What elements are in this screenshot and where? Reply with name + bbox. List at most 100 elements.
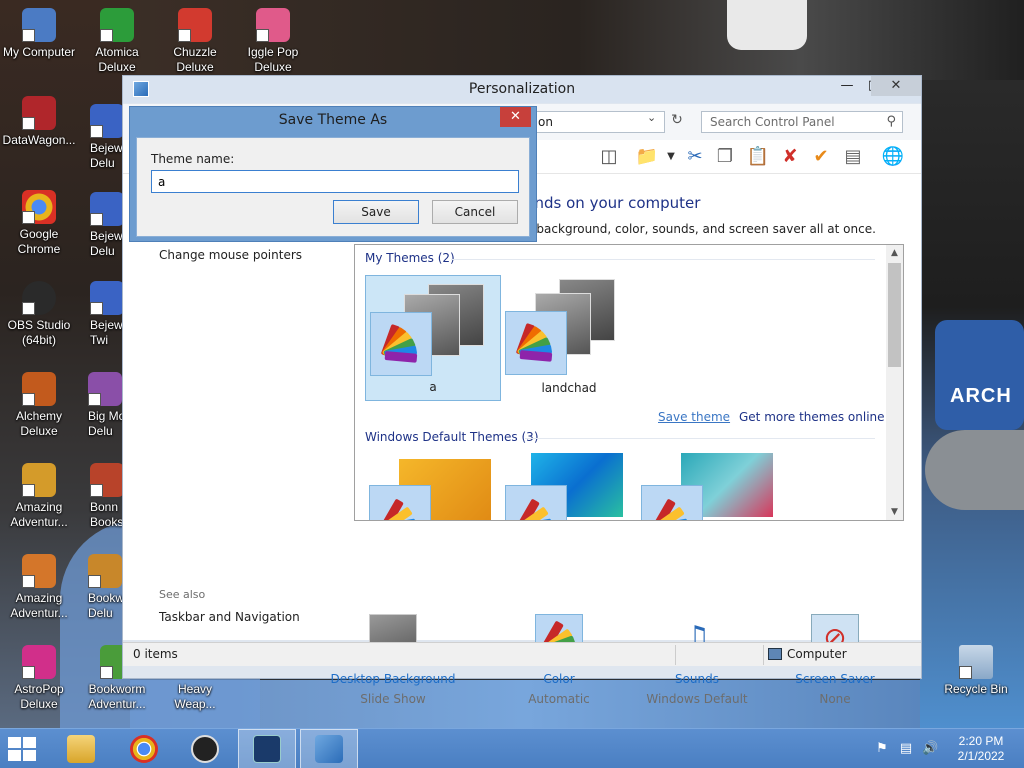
desktop-icon-chuzzle-deluxe[interactable]: Chuzzle Deluxe — [156, 8, 234, 75]
theme-tile-flowers[interactable] — [637, 453, 773, 520]
taskbar-chrome[interactable] — [115, 729, 173, 768]
clock-time: 2:20 PM — [958, 734, 1004, 748]
dialog-title: Save Theme As — [278, 112, 388, 128]
window-title: Personalization — [468, 81, 576, 97]
cancel-button[interactable]: Cancel — [432, 200, 518, 224]
theme-tile-windows[interactable] — [365, 453, 501, 520]
save-theme-link[interactable]: Save theme — [658, 410, 730, 424]
desktop-icon-label: OBS Studio (64bit) — [7, 318, 71, 347]
desktop-icon-iggle-pop[interactable]: Iggle Pop Deluxe — [234, 8, 312, 75]
scroll-thumb[interactable] — [888, 263, 901, 367]
taskbar-file-explorer[interactable] — [52, 729, 110, 768]
windows-start-icon[interactable] — [8, 737, 38, 761]
desktop-icon-amazing-adventures-1[interactable]: Amazing Adventur... — [0, 463, 78, 530]
close-button[interactable]: ✕ — [871, 76, 921, 96]
desktop-icon-alchemy-deluxe[interactable]: Alchemy Deluxe — [0, 372, 78, 439]
network-icon[interactable]: ▤ — [898, 741, 914, 757]
delete-icon[interactable]: ✘ — [778, 146, 802, 168]
sidebar-link-taskbar-navigation[interactable]: Taskbar and Navigation — [159, 610, 300, 624]
bejeweled-icon — [90, 192, 124, 226]
properties-icon[interactable]: ▤ — [841, 146, 865, 168]
desktop-icon-label: Amazing Adventur... — [10, 500, 68, 529]
views-dropdown-icon[interactable]: ▼ — [659, 146, 683, 168]
save-theme-dialog: Save Theme As ✕ Theme name: Save Cancel — [129, 106, 537, 242]
dialog-close-button[interactable]: ✕ — [500, 107, 531, 127]
setting-label[interactable]: Screen Saver — [760, 672, 910, 686]
taskbar-app-active[interactable] — [238, 729, 296, 768]
desktop-icon-label: AstroPop Deluxe — [14, 682, 64, 711]
bejeweled-icon — [90, 281, 124, 315]
setting-value: None — [819, 692, 851, 706]
copy-icon[interactable]: ❐ — [713, 146, 737, 168]
desktop-icon-obs-studio[interactable]: OBS Studio (64bit) — [0, 281, 78, 348]
desktop-icon-label: My Computer — [2, 45, 76, 59]
theme-name-input[interactable] — [151, 170, 519, 193]
desktop-icon-label: Big Mo Delu — [88, 409, 126, 438]
theme-tile-lines-and-colors[interactable] — [501, 453, 637, 520]
desktop-icon-label: Alchemy Deluxe — [15, 409, 62, 438]
scroll-up-icon[interactable]: ▲ — [886, 245, 903, 261]
desktop-icon-my-computer[interactable]: My Computer — [0, 8, 78, 60]
chevron-down-icon[interactable]: ⌄ — [647, 111, 656, 124]
sidebar-link-mouse-pointers[interactable]: Change mouse pointers — [159, 248, 302, 262]
taskbar-obs[interactable] — [176, 729, 234, 768]
status-zone: Computer — [787, 647, 847, 661]
color-fan-icon — [369, 485, 431, 520]
my-computer-icon — [22, 8, 56, 42]
checkmark-icon[interactable]: ✔ — [809, 146, 833, 168]
paste-icon[interactable]: 📋 — [746, 146, 770, 168]
datawagon-icon — [22, 96, 56, 130]
see-also-label: See also — [159, 588, 206, 601]
status-item-count: 0 items — [133, 647, 178, 661]
theme-tile-label: a — [429, 380, 437, 394]
obs-icon — [22, 281, 56, 315]
action-center-flag-icon[interactable]: ⚑ — [874, 741, 890, 757]
desktop-icon-amazing-adventures-2[interactable]: Amazing Adventur... — [0, 554, 78, 621]
address-bar[interactable]: on — [533, 111, 665, 133]
setting-value: Automatic — [528, 692, 590, 706]
cut-icon[interactable]: ✂ — [683, 146, 707, 168]
taskbar-control-panel[interactable] — [300, 729, 358, 768]
content-area: unds on your computer p background, colo… — [123, 174, 921, 706]
folder-icon[interactable]: 📁 — [635, 146, 659, 168]
control-panel-icon — [315, 735, 343, 763]
desktop-icon-atomica-deluxe[interactable]: Atomica Deluxe — [78, 8, 156, 75]
layout-icon[interactable]: ◫ — [597, 146, 621, 168]
setting-label[interactable]: Desktop Background — [318, 672, 468, 686]
desktop-icon-recycle-bin[interactable]: Recycle Bin — [937, 645, 1015, 697]
minimize-button[interactable]: — — [833, 76, 861, 96]
default-themes-header: Windows Default Themes (3) — [365, 430, 539, 444]
taskbar-clock[interactable]: 2:20 PM 2/1/2022 — [948, 734, 1014, 764]
theme-tile-a[interactable]: a — [365, 275, 501, 401]
globe-icon[interactable]: 🌐 — [881, 146, 905, 168]
scroll-down-icon[interactable]: ▼ — [886, 504, 903, 520]
search-input[interactable]: Search Control Panel ⚲ — [701, 111, 903, 133]
volume-icon[interactable]: 🔊 — [922, 741, 938, 757]
clock-date: 2/1/2022 — [957, 749, 1005, 763]
wallpaper-mug-text: ARCH — [950, 385, 1012, 407]
desktop-icon-astropop-deluxe[interactable]: AstroPop Deluxe — [0, 645, 78, 712]
amazing-adventures-icon — [22, 554, 56, 588]
save-button[interactable]: Save — [333, 200, 419, 224]
alchemy-icon — [22, 372, 56, 406]
desktop-icon-google-chrome[interactable]: Google Chrome — [0, 190, 78, 257]
theme-tile-landchad[interactable]: landchad — [501, 275, 637, 401]
themes-scrollbar[interactable]: ▲ ▼ — [886, 245, 903, 520]
refresh-icon[interactable]: ↻ — [667, 112, 687, 132]
desktop-icon-label: Bejew Twi — [90, 318, 123, 347]
desktop-icon-datawagon[interactable]: DataWagon... — [0, 96, 78, 148]
page-heading: unds on your computer — [525, 194, 701, 212]
setting-label[interactable]: Sounds — [622, 672, 772, 686]
setting-label[interactable]: Color — [484, 672, 634, 686]
search-icon[interactable]: ⚲ — [886, 114, 896, 129]
chuzzle-icon — [178, 8, 212, 42]
window-titlebar[interactable]: Personalization — □ ✕ — [123, 76, 921, 103]
desktop-icon-label: Bookw Delu — [88, 591, 125, 620]
my-themes-header: My Themes (2) — [365, 251, 455, 265]
amazing-adventures-icon — [22, 463, 56, 497]
desktop-icon-label: Bejew Delu — [90, 141, 123, 170]
search-placeholder: Search Control Panel — [710, 115, 835, 129]
desktop-icon-label: Bejew Delu — [90, 229, 123, 258]
get-more-themes-link[interactable]: Get more themes online — [739, 410, 885, 424]
bookstore-icon — [90, 463, 124, 497]
